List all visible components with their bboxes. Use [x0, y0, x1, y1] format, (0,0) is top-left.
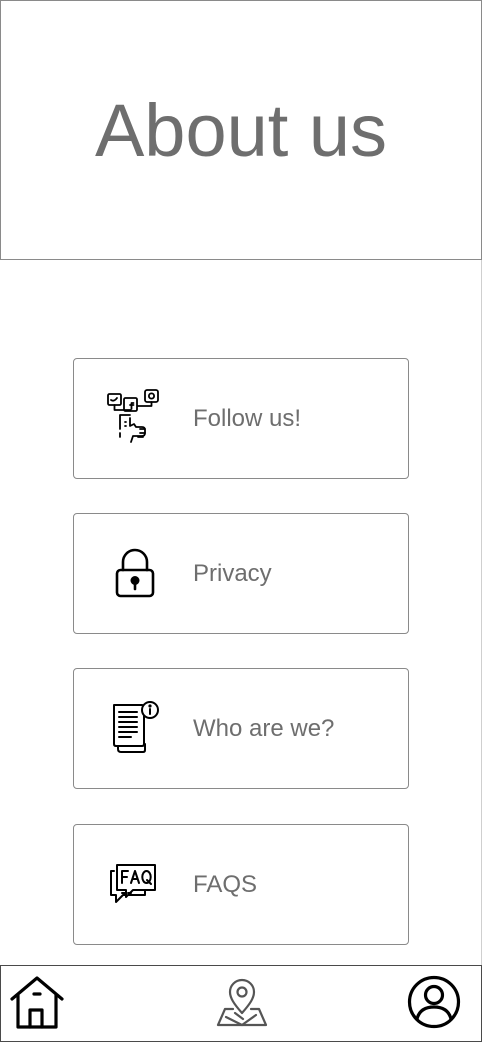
privacy-button[interactable]: Privacy [73, 513, 409, 634]
nav-profile-button[interactable] [404, 974, 464, 1034]
home-icon [8, 973, 66, 1036]
padlock-icon [104, 542, 166, 604]
bottom-nav-bar [0, 965, 482, 1042]
faq-chat-icon [104, 853, 166, 915]
user-profile-icon [405, 973, 463, 1036]
follow-us-button[interactable]: Follow us! [73, 358, 409, 479]
faqs-button[interactable]: FAQS [73, 824, 409, 945]
map-pin-icon [213, 973, 271, 1036]
who-are-we-label: Who are we? [193, 714, 335, 742]
privacy-label: Privacy [193, 559, 272, 587]
page-header: About us [0, 0, 482, 260]
faqs-label: FAQS [193, 870, 258, 898]
nav-map-button[interactable] [212, 974, 272, 1034]
follow-us-label: Follow us! [193, 404, 302, 432]
who-are-we-button[interactable]: Who are we? [73, 668, 409, 789]
page-title: About us [94, 88, 388, 172]
nav-home-button[interactable] [7, 974, 67, 1034]
social-media-hand-icon [104, 387, 166, 449]
document-info-icon [104, 697, 166, 759]
